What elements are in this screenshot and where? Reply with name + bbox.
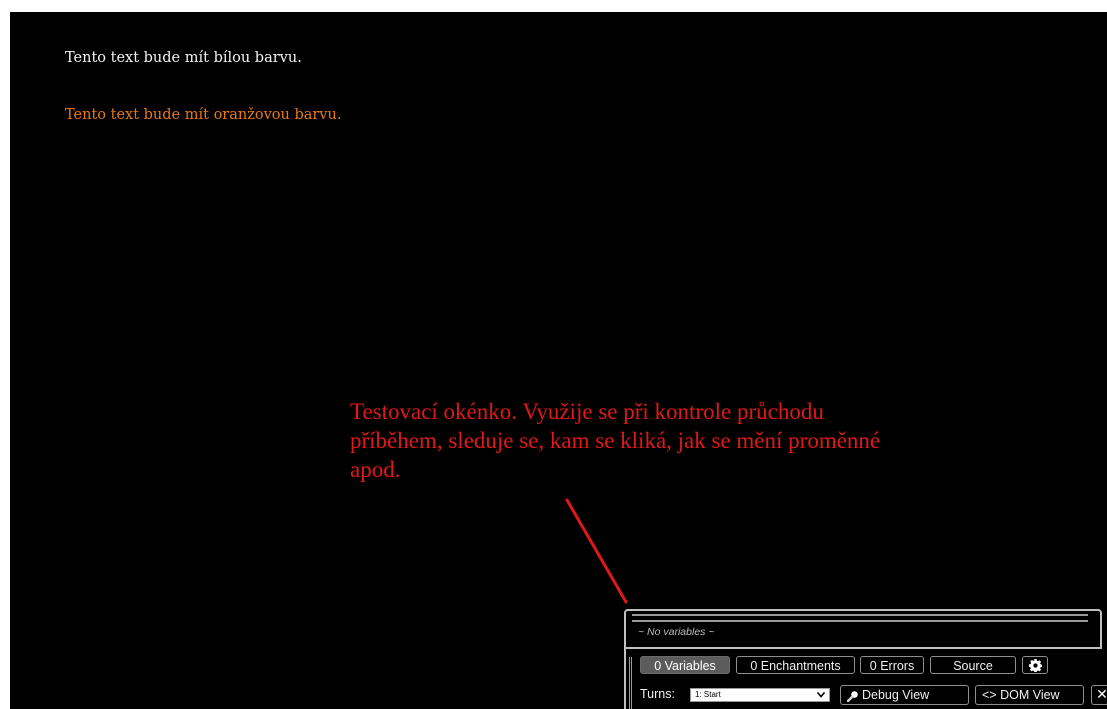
turns-label: Turns:: [640, 687, 675, 701]
debug-toolbar: 0 Variables 0 Enchantments 0 Errors Sour…: [624, 649, 1107, 709]
annotation-callout: Testovací okénko. Využije se při kontrol…: [350, 399, 881, 482]
turns-select[interactable]: 1: Start: [690, 688, 830, 702]
turns-selected-value: 1: Start: [695, 690, 721, 699]
dom-view-button[interactable]: <> DOM View: [975, 685, 1084, 705]
settings-button[interactable]: [1022, 656, 1048, 674]
chevron-down-icon: [817, 692, 825, 698]
debug-view-label: Debug View: [862, 688, 930, 702]
dom-view-label: <> DOM View: [982, 688, 1060, 702]
tab-errors[interactable]: 0 Errors: [860, 656, 924, 674]
annotation-arrow-line: [565, 498, 628, 604]
story-viewport: Tento text bude mít bílou barvu. Tento t…: [10, 12, 1107, 709]
no-variables-text: ~ No variables ~: [638, 626, 715, 638]
watch-resize-grip[interactable]: [632, 614, 1088, 622]
magnifier-icon: [847, 690, 858, 702]
debug-view-button[interactable]: Debug View: [840, 685, 969, 705]
debug-watch-panel: ~ No variables ~: [624, 609, 1102, 649]
passage-text-orange: Tento text bude mít oranžovou barvu.: [65, 107, 342, 123]
close-icon: ✕: [1096, 687, 1107, 703]
toolbar-drag-grip[interactable]: [629, 657, 632, 709]
tab-enchantments[interactable]: 0 Enchantments: [736, 656, 855, 674]
tab-source[interactable]: Source: [930, 656, 1016, 674]
passage-text-white: Tento text bude mít bílou barvu.: [65, 50, 302, 66]
close-debug-button[interactable]: ✕: [1091, 685, 1107, 705]
gear-icon: [1029, 659, 1042, 672]
tab-variables[interactable]: 0 Variables: [640, 656, 730, 674]
